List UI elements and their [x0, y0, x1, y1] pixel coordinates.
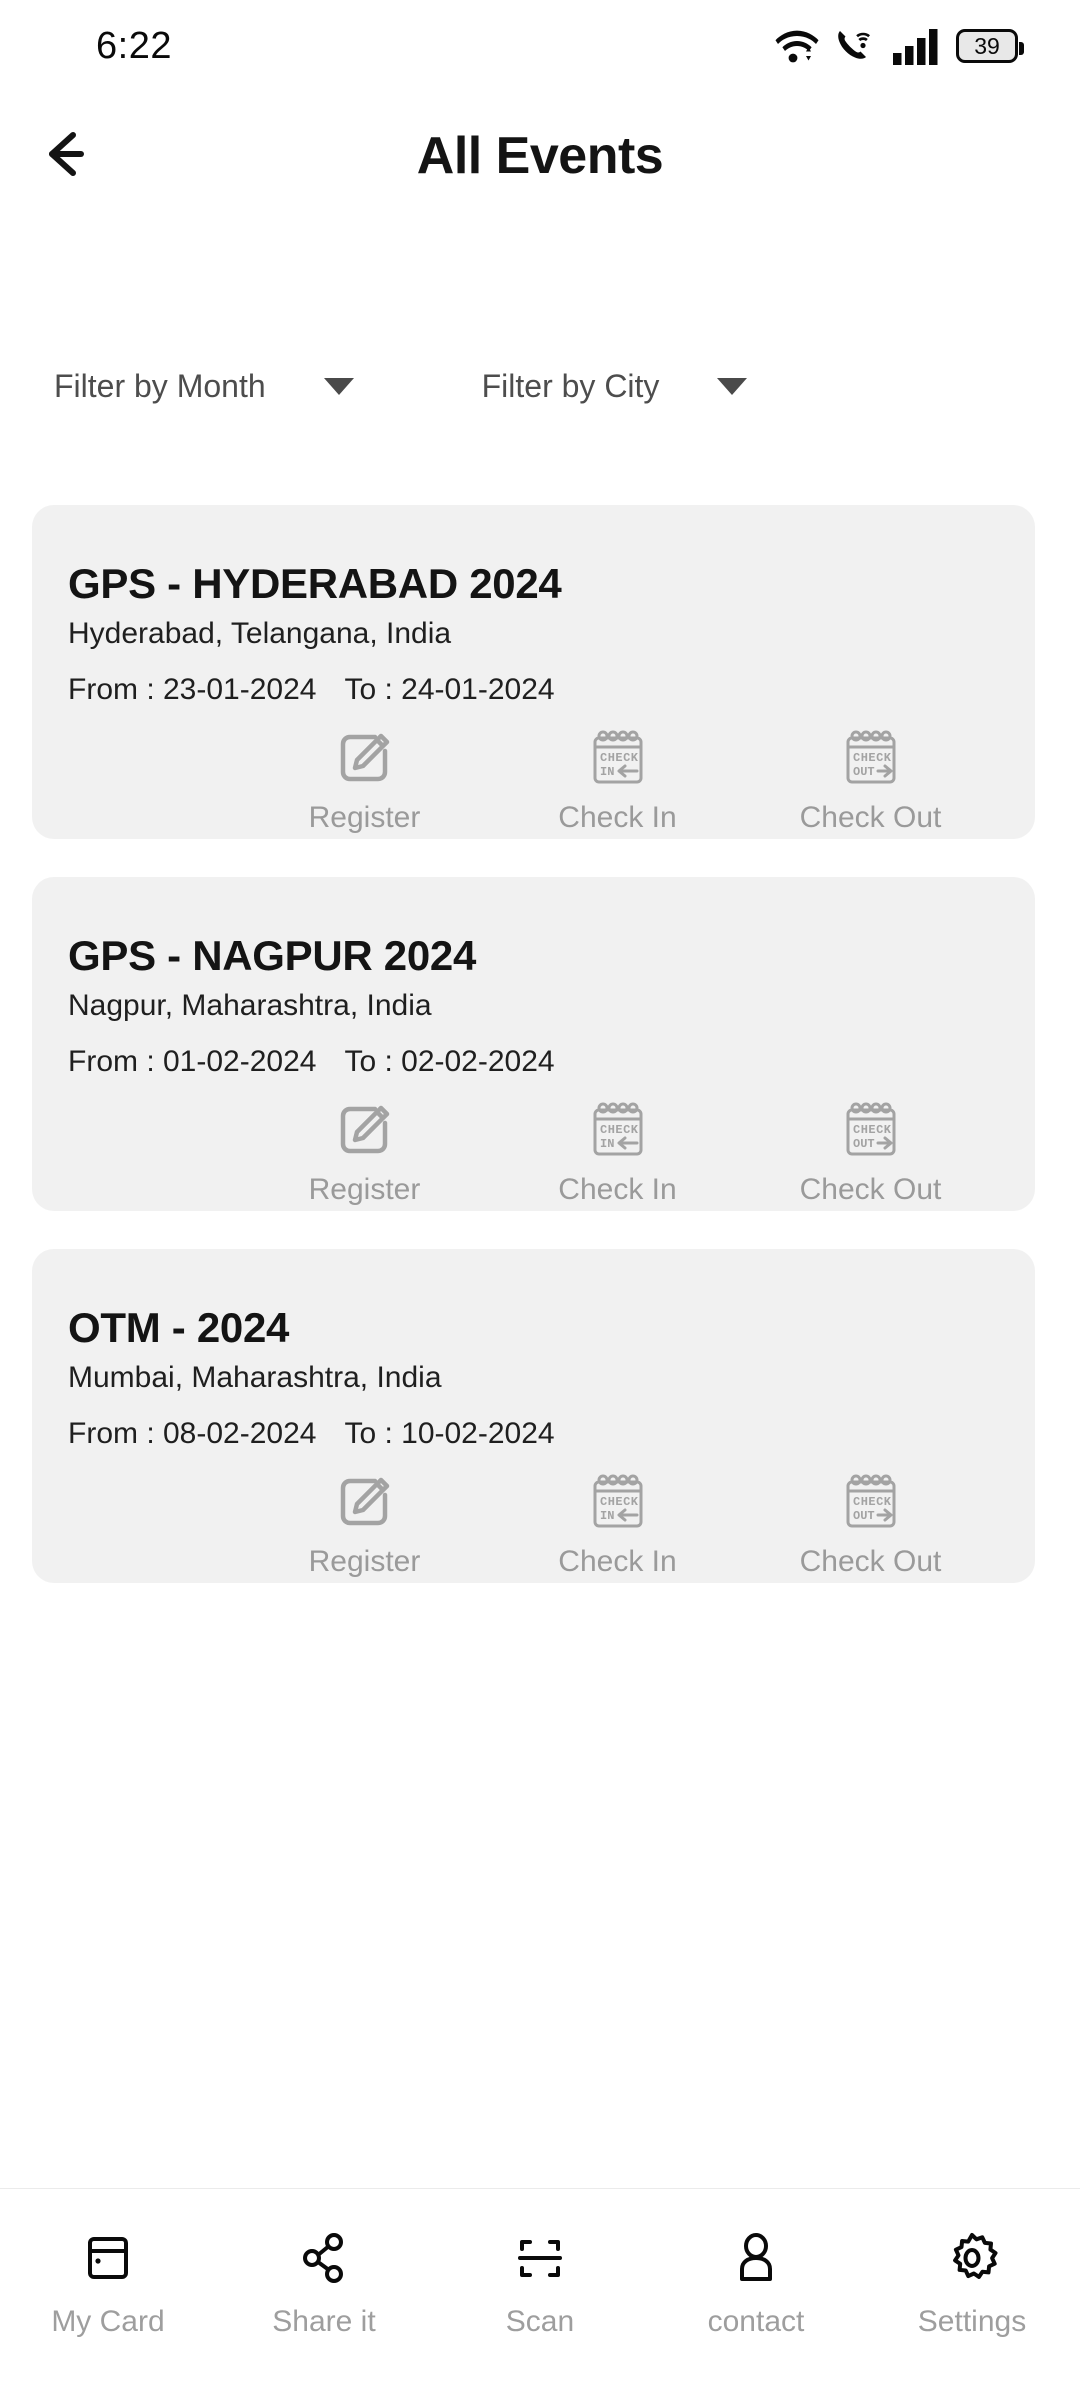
- event-from-date: From : 08-02-2024: [68, 1417, 317, 1450]
- svg-text:OUT: OUT: [853, 1509, 875, 1523]
- svg-text:CHECK: CHECK: [853, 1123, 892, 1137]
- register-label: Register: [308, 1545, 421, 1578]
- check-in-button[interactable]: CHECK IN Check In: [491, 1099, 744, 1207]
- event-dates: From : 08-02-2024 To : 10-02-2024: [68, 1417, 555, 1451]
- svg-text:CHECK: CHECK: [853, 751, 892, 765]
- svg-text:OUT: OUT: [853, 765, 875, 779]
- event-card[interactable]: GPS - NAGPUR 2024 Nagpur, Maharashtra, I…: [32, 877, 1035, 1211]
- vowifi-call-icon: [836, 27, 876, 65]
- status-icons: 39: [775, 27, 1024, 65]
- check-out-button[interactable]: CHECK OUT Check Out: [744, 1471, 997, 1579]
- nav-item-scan[interactable]: Scan: [432, 2227, 648, 2339]
- event-card[interactable]: OTM - 2024 Mumbai, Maharashtra, India Fr…: [32, 1249, 1035, 1583]
- share-icon: [296, 2227, 352, 2289]
- bottom-navigation-bar: My Card Share it Scan contact Settings: [0, 2188, 1080, 2400]
- check-in-calendar-icon: CHECK IN: [587, 1471, 649, 1533]
- chevron-down-icon: [717, 377, 748, 395]
- check-out-label: Check Out: [799, 1173, 942, 1206]
- arrow-left-icon: [47, 131, 103, 182]
- event-list: GPS - HYDERABAD 2024 Hyderabad, Telangan…: [0, 505, 1080, 2135]
- svg-text:CHECK: CHECK: [600, 751, 639, 765]
- event-actions: Register CHECK IN Check In CHECK OUT Che…: [238, 727, 998, 835]
- svg-text:IN: IN: [600, 1137, 614, 1151]
- check-out-calendar-icon: CHECK OUT: [840, 727, 902, 789]
- nav-label-scan: Scan: [505, 2305, 575, 2338]
- status-time: 6:22: [96, 24, 172, 67]
- register-button[interactable]: Register: [238, 727, 491, 835]
- event-location: Hyderabad, Telangana, India: [68, 617, 452, 650]
- nav-label-settings: Settings: [917, 2305, 1027, 2338]
- scan-icon: [512, 2227, 568, 2289]
- status-bar: 6:22 39: [0, 0, 1080, 92]
- card-icon: [80, 2227, 136, 2289]
- nav-item-settings[interactable]: Settings: [864, 2227, 1080, 2339]
- check-in-label: Check In: [558, 1173, 677, 1206]
- edit-square-icon: [336, 1471, 394, 1533]
- chevron-down-icon: [323, 377, 354, 395]
- check-out-calendar-icon: CHECK OUT: [840, 1471, 902, 1533]
- event-to-date: To : 02-02-2024: [344, 1045, 555, 1078]
- filter-by-month-label: Filter by Month: [54, 367, 266, 404]
- filter-by-month-dropdown[interactable]: Filter by Month: [54, 368, 354, 405]
- event-to-date: To : 10-02-2024: [344, 1417, 555, 1450]
- check-in-label: Check In: [558, 1545, 677, 1578]
- check-out-label: Check Out: [799, 1545, 942, 1578]
- nav-label-my-card: My Card: [51, 2305, 165, 2338]
- event-location: Nagpur, Maharashtra, India: [68, 989, 432, 1022]
- check-out-button[interactable]: CHECK OUT Check Out: [744, 1099, 997, 1207]
- check-out-calendar-icon: CHECK OUT: [840, 1099, 902, 1161]
- event-title: GPS - NAGPUR 2024: [68, 932, 477, 979]
- check-in-calendar-icon: CHECK IN: [587, 727, 649, 789]
- event-location: Mumbai, Maharashtra, India: [68, 1361, 442, 1394]
- event-to-date: To : 24-01-2024: [344, 673, 555, 706]
- register-label: Register: [308, 1173, 421, 1206]
- nav-item-contact[interactable]: contact: [648, 2227, 864, 2339]
- event-actions: Register CHECK IN Check In CHECK OUT Che…: [238, 1099, 998, 1207]
- app-bar: All Events: [0, 92, 1080, 220]
- event-from-date: From : 01-02-2024: [68, 1045, 317, 1078]
- person-icon: [728, 2227, 784, 2289]
- register-button[interactable]: Register: [238, 1099, 491, 1207]
- page-title: All Events: [416, 127, 664, 185]
- event-from-date: From : 23-01-2024: [68, 673, 317, 706]
- wifi-icon: [775, 27, 819, 65]
- back-button[interactable]: [20, 101, 130, 211]
- battery-level: 39: [974, 32, 1000, 59]
- nav-item-share-it[interactable]: Share it: [216, 2227, 432, 2339]
- edit-square-icon: [336, 1099, 394, 1161]
- nav-label-contact: contact: [707, 2305, 805, 2338]
- svg-text:CHECK: CHECK: [600, 1495, 639, 1509]
- svg-text:IN: IN: [600, 765, 614, 779]
- register-button[interactable]: Register: [238, 1471, 491, 1579]
- svg-text:CHECK: CHECK: [853, 1495, 892, 1509]
- event-dates: From : 01-02-2024 To : 02-02-2024: [68, 1045, 555, 1079]
- event-dates: From : 23-01-2024 To : 24-01-2024: [68, 673, 555, 707]
- filter-by-city-label: Filter by City: [481, 367, 660, 404]
- check-out-button[interactable]: CHECK OUT Check Out: [744, 727, 997, 835]
- event-card[interactable]: GPS - HYDERABAD 2024 Hyderabad, Telangan…: [32, 505, 1035, 839]
- svg-text:OUT: OUT: [853, 1137, 875, 1151]
- filter-bar: Filter by Month Filter by City: [0, 344, 1080, 428]
- event-title: GPS - HYDERABAD 2024: [68, 560, 562, 607]
- nav-item-my-card[interactable]: My Card: [0, 2227, 216, 2339]
- check-in-button[interactable]: CHECK IN Check In: [491, 727, 744, 835]
- check-in-calendar-icon: CHECK IN: [587, 1099, 649, 1161]
- check-in-button[interactable]: CHECK IN Check In: [491, 1471, 744, 1579]
- edit-square-icon: [336, 727, 394, 789]
- svg-text:CHECK: CHECK: [600, 1123, 639, 1137]
- check-out-label: Check Out: [799, 801, 942, 834]
- cellular-signal-icon: [893, 27, 939, 65]
- event-actions: Register CHECK IN Check In CHECK OUT Che…: [238, 1471, 998, 1579]
- battery-icon: 39: [956, 29, 1024, 63]
- gear-icon: [944, 2227, 1000, 2289]
- event-title: OTM - 2024: [68, 1304, 290, 1351]
- check-in-label: Check In: [558, 801, 677, 834]
- filter-by-city-dropdown[interactable]: Filter by City: [482, 368, 748, 405]
- svg-text:IN: IN: [600, 1509, 614, 1523]
- register-label: Register: [308, 801, 421, 834]
- nav-label-share-it: Share it: [272, 2305, 376, 2338]
